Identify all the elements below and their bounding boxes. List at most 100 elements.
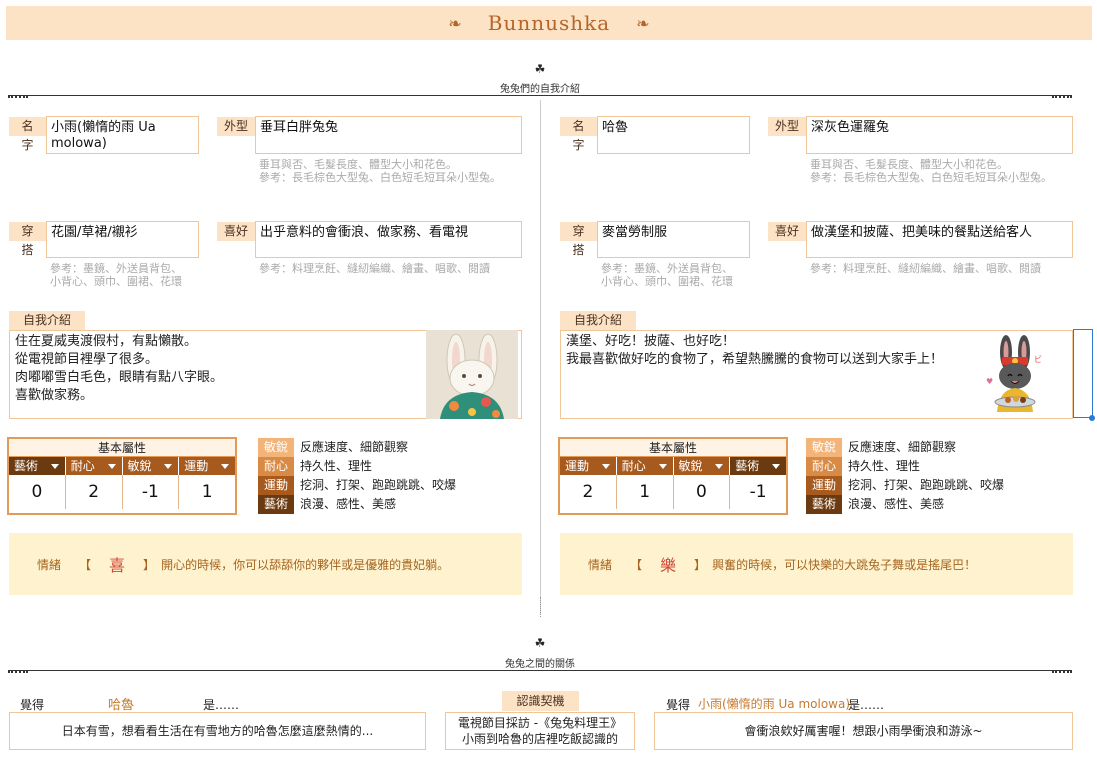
- meet-box[interactable]: 電視節目採訪 -《兔兔料理王》 小雨到哈魯的店裡吃飯認識的: [445, 712, 635, 750]
- chevron-down-icon: [658, 464, 667, 469]
- name-field[interactable]: 哈魯: [597, 116, 750, 154]
- label-hobby: 喜好: [768, 222, 806, 241]
- outfit-hint: 參考：墨鏡、外送員背包、 小背心、頭巾、圍裙、花環: [601, 262, 733, 288]
- attr-tag: 藝術: [806, 495, 842, 514]
- emotion-char: 喜: [109, 556, 126, 575]
- chevron-down-icon: [164, 464, 173, 469]
- emotion-char: 樂: [660, 556, 677, 575]
- chevron-down-icon: [50, 464, 59, 469]
- stat-col-2[interactable]: 敏銳: [673, 457, 731, 475]
- section-title-relation: 兔兔之間的關係: [505, 659, 575, 670]
- stat-value[interactable]: 2: [560, 475, 617, 509]
- selection-frame[interactable]: [1073, 329, 1093, 418]
- appearance-hint: 垂耳與否、毛髮長度、體型大小和花色。 參考：長毛棕色大型兔、白色短毛短耳朵小型兔…: [259, 158, 501, 184]
- stats-title: 基本屬性: [560, 439, 786, 457]
- attr-desc: 反應速度、細節觀察: [848, 440, 957, 454]
- stat-value[interactable]: 2: [66, 475, 123, 509]
- attr-tag: 運動: [806, 476, 842, 495]
- column-divider: [540, 100, 541, 615]
- outfit-field[interactable]: 麥當勞制服: [597, 221, 750, 258]
- divider-dots: [1052, 671, 1072, 673]
- name-field[interactable]: 小雨(懶惰的雨 Ua molowa): [46, 116, 199, 154]
- stats-table-right: 基本屬性 運動 耐心 敏銳 藝術 2 1 0 -1: [558, 437, 788, 515]
- rel-left-prefix: 覺得: [20, 698, 45, 712]
- stat-col-2[interactable]: 敏銳: [122, 457, 180, 475]
- grey-bunny-chef-avatar: ビ ♥: [982, 332, 1048, 418]
- stat-col-1[interactable]: 耐心: [65, 457, 123, 475]
- stat-value[interactable]: 1: [179, 475, 235, 509]
- section-title-intro: 兔兔們的自我介紹: [500, 84, 580, 95]
- chevron-down-icon: [107, 464, 116, 469]
- rel-left-suffix: 是……: [203, 698, 240, 712]
- resize-handle[interactable]: [1089, 415, 1095, 421]
- label-outfit: 穿搭: [9, 222, 46, 257]
- svg-text:ビ: ビ: [1034, 355, 1042, 364]
- intro-text: 漢堡、好吃！披薩、也好吃！ 我最喜歡做好吃的食物了，希望熱騰騰的食物可以送到大家…: [566, 334, 944, 367]
- divider-dots: [8, 671, 28, 673]
- white-bunny-avatar: [426, 330, 518, 419]
- rel-left-name: 哈魯: [108, 698, 135, 713]
- divider-dots: [8, 96, 28, 98]
- emotion-text: 開心的時候，你可以舔舔你的夥伴或是優雅的貴妃躺。: [161, 557, 450, 572]
- stat-col-0[interactable]: 藝術: [9, 457, 66, 475]
- attr-desc: 挖洞、打架、跑跑跳跳、咬爆: [848, 478, 1005, 492]
- divider-line: [8, 95, 1072, 96]
- label-intro: 自我介紹: [560, 311, 636, 330]
- attr-desc: 持久性、理性: [300, 459, 373, 473]
- hobby-field[interactable]: 做漢堡和披薩、把美味的餐點送給客人: [806, 221, 1073, 258]
- banner: ❧ Bunnushka ❧: [6, 6, 1092, 40]
- stat-col-0[interactable]: 運動: [560, 457, 617, 475]
- stats-table-left: 基本屬性 藝術 耐心 敏銳 運動 0 2 -1 1: [7, 437, 237, 515]
- bracket-close: 】: [694, 557, 707, 572]
- rel-right-prefix: 覺得: [666, 698, 691, 712]
- attr-desc: 持久性、理性: [848, 459, 921, 473]
- divider-dots: [1052, 96, 1072, 98]
- stat-col-3[interactable]: 運動: [179, 457, 235, 475]
- label-name: 名字: [560, 117, 597, 152]
- attr-tag: 耐心: [258, 457, 294, 476]
- attr-desc: 浪漫、感性、美感: [848, 497, 945, 511]
- rel-right-box[interactable]: 會衝浪欸好厲害喔！想跟小雨學衝浪和游泳~: [654, 712, 1073, 750]
- attr-tag: 運動: [258, 476, 294, 495]
- chevron-down-icon: [772, 464, 780, 469]
- chevron-down-icon: [601, 464, 610, 469]
- appearance-hint: 垂耳與否、毛髮長度、體型大小和花色。 參考：長毛棕色大型兔、白色短毛短耳朵小型兔…: [810, 158, 1052, 184]
- divider-line: [8, 670, 1072, 671]
- stat-value[interactable]: 0: [674, 475, 731, 509]
- stat-col-1[interactable]: 耐心: [616, 457, 674, 475]
- outfit-field[interactable]: 花園/草裙/襯衫: [46, 221, 199, 258]
- bracket-close: 】: [143, 557, 156, 572]
- chevron-down-icon: [221, 464, 229, 469]
- appearance-field[interactable]: 垂耳白胖兔兔: [255, 116, 522, 154]
- stats-title: 基本屬性: [9, 439, 235, 457]
- emotion-label: 情緒: [37, 557, 62, 572]
- outfit-hint: 參考：墨鏡、外送員背包、 小背心、頭巾、圍裙、花環: [50, 262, 182, 288]
- left-ornament-icon: ❧: [448, 13, 462, 33]
- attr-legend-right: 敏銳 反應速度、細節觀察 耐心 持久性、理性 運動 挖洞、打架、跑跑跳跳、咬爆 藝術浪…: [806, 438, 1066, 514]
- rel-right-suffix: 是……: [848, 698, 885, 712]
- attr-tag: 敏銳: [258, 438, 294, 457]
- attr-tag: 耐心: [806, 457, 842, 476]
- rel-left-box[interactable]: 日本有雪，想看看生活在有雪地方的哈魯怎麼這麼熱情的...: [9, 712, 426, 750]
- emotion-box-right: 情緒 【 樂 】 興奮的時候，可以快樂的大跳兔子舞或是搖尾巴！: [560, 533, 1073, 595]
- attr-tag: 藝術: [258, 495, 294, 514]
- stat-value[interactable]: 0: [9, 475, 66, 509]
- clover-icon: ☘: [534, 62, 546, 76]
- meet-label: 認識契機: [502, 691, 579, 711]
- hobby-hint: 參考：料理烹飪、縫紉編織、繪畫、唱歌、閱讀: [810, 262, 1041, 275]
- intro-text: 住在夏威夷渡假村，有點懶散。 從電視節目裡學了很多。 肉嘟嘟雪白毛色，眼睛有點八…: [15, 334, 224, 403]
- chevron-down-icon: [715, 464, 724, 469]
- hobby-field[interactable]: 出乎意料的會衝浪、做家務、看電視: [255, 221, 522, 258]
- emotion-label: 情緒: [588, 557, 613, 572]
- stat-value[interactable]: -1: [730, 475, 786, 509]
- stat-value[interactable]: 1: [617, 475, 674, 509]
- appearance-field[interactable]: 深灰色運羅兔: [806, 116, 1073, 154]
- emotion-box-left: 情緒 【 喜 】 開心的時候，你可以舔舔你的夥伴或是優雅的貴妃躺。: [9, 533, 522, 595]
- stat-col-3[interactable]: 藝術: [730, 457, 786, 475]
- stat-value[interactable]: -1: [123, 475, 180, 509]
- hobby-hint: 參考：料理烹飪、縫紉編織、繪畫、唱歌、閱讀: [259, 262, 490, 275]
- bracket-open: 【: [630, 557, 643, 572]
- bracket-open: 【: [79, 557, 92, 572]
- attr-desc: 浪漫、感性、美感: [300, 497, 397, 511]
- attr-legend-left: 敏銳 反應速度、細節觀察 耐心 持久性、理性 運動 挖洞、打架、跑跑跳跳、咬爆 藝術浪…: [258, 438, 518, 514]
